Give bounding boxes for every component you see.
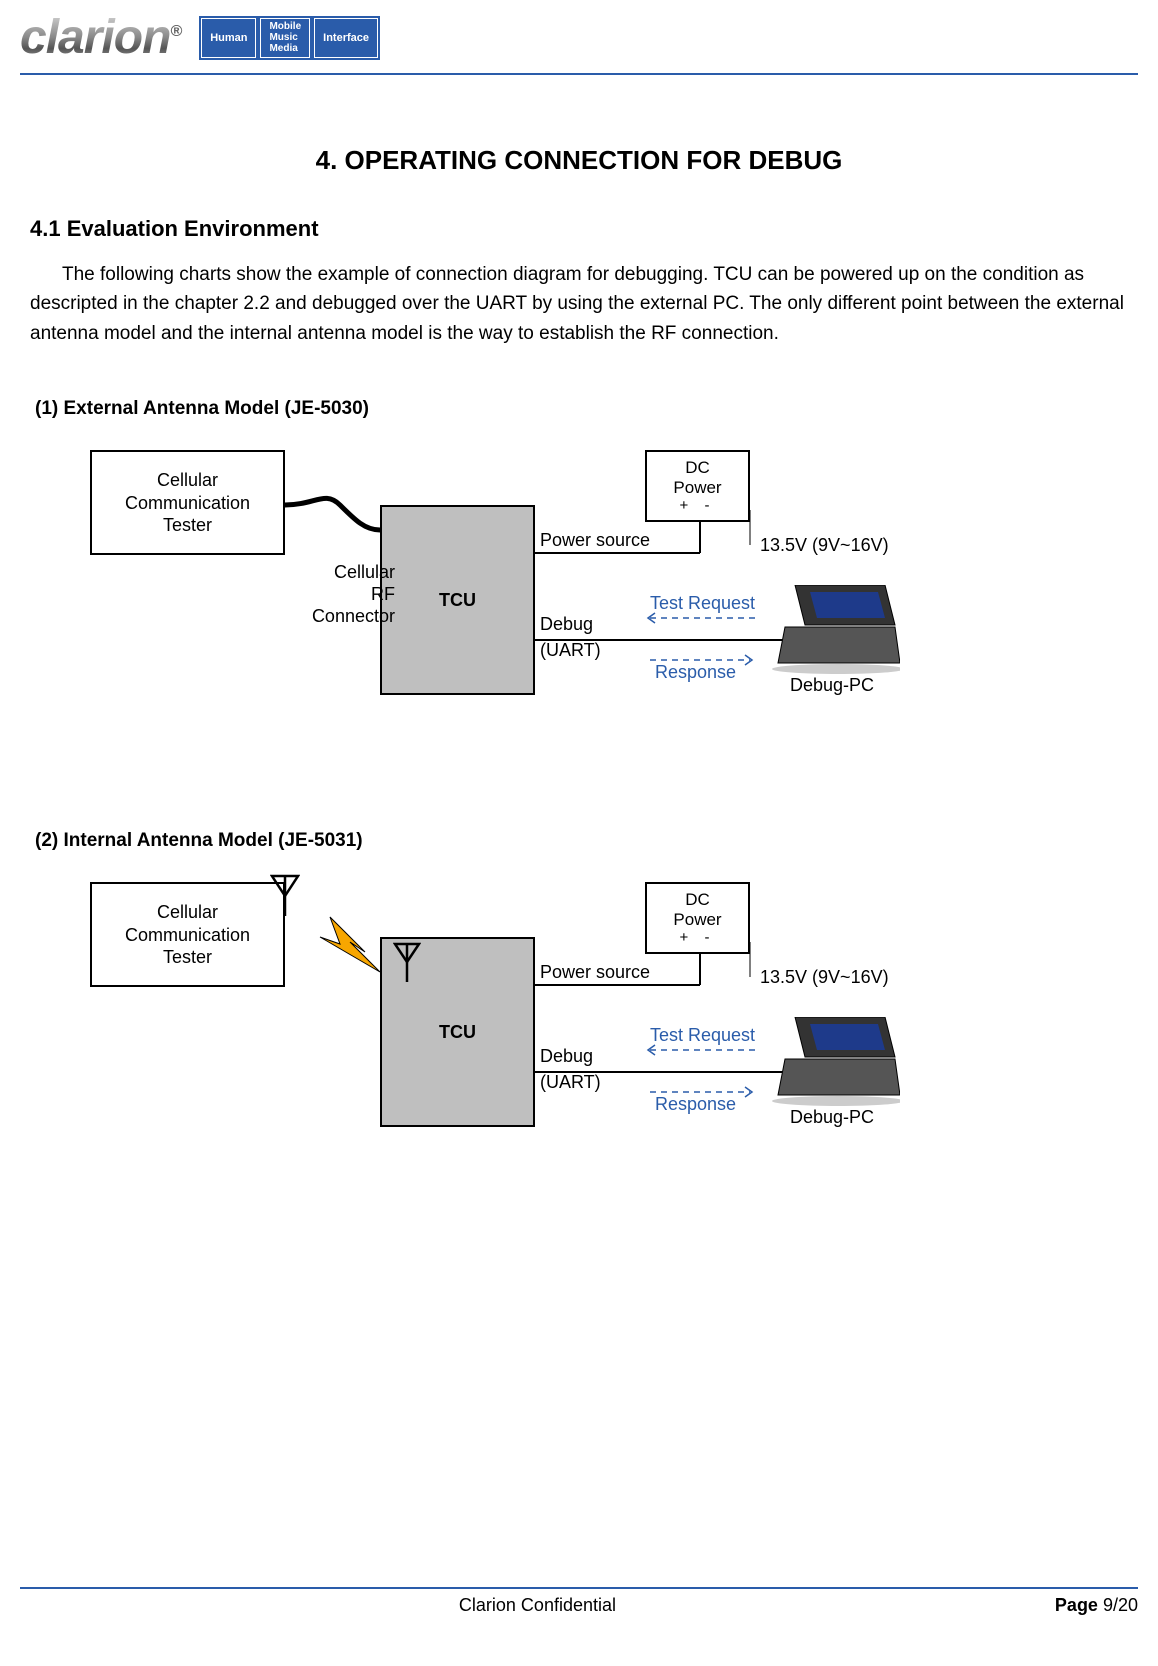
badge-interface: Interface bbox=[314, 18, 378, 58]
diagram-external-antenna: Cellular Communication Tester TCU DC Pow… bbox=[70, 450, 1070, 760]
laptop-icon bbox=[770, 585, 900, 675]
response-label: Response bbox=[655, 662, 736, 683]
diagram2-heading: (2) Internal Antenna Model (JE-5031) bbox=[35, 830, 1128, 852]
response-label: Response bbox=[655, 1094, 736, 1115]
laptop-icon bbox=[770, 1017, 900, 1107]
clarion-logo: clarion® bbox=[20, 10, 181, 65]
dc-power-box: DC Power + - bbox=[645, 882, 750, 954]
intro-paragraph: The following charts show the example of… bbox=[30, 260, 1128, 348]
cellular-tester-box: Cellular Communication Tester bbox=[90, 882, 285, 987]
footer-rule bbox=[20, 1587, 1138, 1589]
debug-label: Debug bbox=[540, 1046, 593, 1067]
page-footer: Clarion Confidential Page 9/20 bbox=[20, 1587, 1138, 1616]
badge-mmm: Mobile Music Media bbox=[260, 18, 310, 58]
power-label: Power bbox=[673, 478, 721, 498]
rf-connector-label: Cellular RF Connector bbox=[290, 562, 395, 627]
confidential-label: Clarion Confidential bbox=[20, 1595, 1055, 1616]
dc-label: DC bbox=[673, 890, 721, 910]
tcu-antenna-icon bbox=[393, 942, 421, 989]
dc-power-box: DC Power + - bbox=[645, 450, 750, 522]
page-label: Page bbox=[1055, 1595, 1103, 1615]
page-value: 9/20 bbox=[1103, 1595, 1138, 1615]
test-request-label: Test Request bbox=[650, 593, 755, 614]
diagram1-heading: (1) External Antenna Model (JE-5030) bbox=[35, 398, 1128, 420]
debug-label: Debug bbox=[540, 614, 593, 635]
page-title: 4. OPERATING CONNECTION FOR DEBUG bbox=[30, 145, 1128, 176]
badge-mobile: Mobile bbox=[269, 21, 301, 32]
test-request-label: Test Request bbox=[650, 1025, 755, 1046]
voltage-label: 13.5V (9V~16V) bbox=[760, 535, 889, 556]
tcu-box: TCU bbox=[380, 505, 535, 695]
power-source-label: Power source bbox=[540, 530, 650, 551]
wireless-icon bbox=[320, 917, 380, 972]
tester-antenna-icon bbox=[270, 874, 300, 924]
dc-terminals: + - bbox=[673, 929, 721, 946]
section-heading: 4.1 Evaluation Environment bbox=[30, 216, 1128, 242]
page-number: Page 9/20 bbox=[1055, 1595, 1138, 1616]
dc-label: DC bbox=[673, 458, 721, 478]
clarion-logo-text: clarion bbox=[20, 11, 170, 64]
power-label: Power bbox=[673, 910, 721, 930]
uart-label: (UART) bbox=[540, 640, 601, 661]
tcu-label: TCU bbox=[439, 1021, 476, 1044]
power-source-label: Power source bbox=[540, 962, 650, 983]
page-header: clarion® Human Mobile Music Media Interf… bbox=[0, 0, 1158, 65]
cellular-tester-label: Cellular Communication Tester bbox=[125, 469, 250, 537]
dc-terminals: + - bbox=[673, 497, 721, 514]
badge-human: Human bbox=[201, 18, 256, 58]
debug-pc-label: Debug-PC bbox=[790, 675, 874, 696]
diagram-internal-antenna: Cellular Communication Tester TCU DC Pow… bbox=[70, 882, 1070, 1192]
cellular-tester-box: Cellular Communication Tester bbox=[90, 450, 285, 555]
debug-pc-label: Debug-PC bbox=[790, 1107, 874, 1128]
badge-music: Music bbox=[269, 32, 301, 43]
tcu-label: TCU bbox=[439, 589, 476, 612]
cellular-tester-label: Cellular Communication Tester bbox=[125, 901, 250, 969]
hmmi-badge: Human Mobile Music Media Interface bbox=[201, 18, 378, 58]
uart-label: (UART) bbox=[540, 1072, 601, 1093]
badge-media: Media bbox=[269, 43, 301, 54]
page-content: 4. OPERATING CONNECTION FOR DEBUG 4.1 Ev… bbox=[0, 75, 1158, 1192]
voltage-label: 13.5V (9V~16V) bbox=[760, 967, 889, 988]
